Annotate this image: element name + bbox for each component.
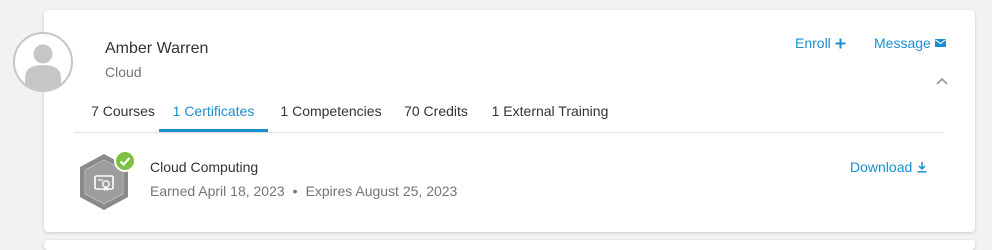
- expires-date: Expires August 25, 2023: [305, 183, 458, 199]
- learner-name: Amber Warren: [105, 40, 209, 57]
- next-learner-card: [44, 240, 975, 250]
- tab-courses[interactable]: 7 Courses: [85, 100, 161, 131]
- meta-separator: •: [292, 183, 298, 199]
- chevron-up-icon: [936, 77, 948, 85]
- avatar: [13, 32, 73, 92]
- certificate-title: Cloud Computing: [150, 159, 259, 175]
- earned-date: Earned April 18, 2023: [150, 183, 285, 199]
- enroll-label: Enroll: [795, 35, 831, 51]
- plus-icon: [835, 38, 846, 48]
- enroll-button[interactable]: Enroll: [795, 35, 846, 51]
- download-button[interactable]: Download: [850, 159, 928, 175]
- tab-external-training[interactable]: 1 External Training: [488, 100, 612, 131]
- tab-credits[interactable]: 70 Credits: [402, 100, 470, 131]
- download-icon: [917, 162, 927, 173]
- envelope-icon: [934, 39, 946, 47]
- certificate-badge: [76, 150, 136, 214]
- check-circle-icon: [114, 150, 136, 172]
- tab-certificates[interactable]: 1 Certificates: [159, 100, 268, 132]
- tab-bar: 7 Courses 1 Certificates 1 Competencies …: [74, 100, 944, 133]
- collapse-button[interactable]: [934, 74, 950, 88]
- tab-competencies[interactable]: 1 Competencies: [278, 100, 384, 131]
- message-button[interactable]: Message: [874, 35, 946, 51]
- user-silhouette-icon: [25, 44, 61, 90]
- download-label: Download: [850, 159, 913, 175]
- certificate-meta: Earned April 18, 2023 • Expires August 2…: [150, 183, 457, 199]
- message-label: Message: [874, 35, 931, 51]
- learner-subtitle: Cloud: [105, 64, 142, 80]
